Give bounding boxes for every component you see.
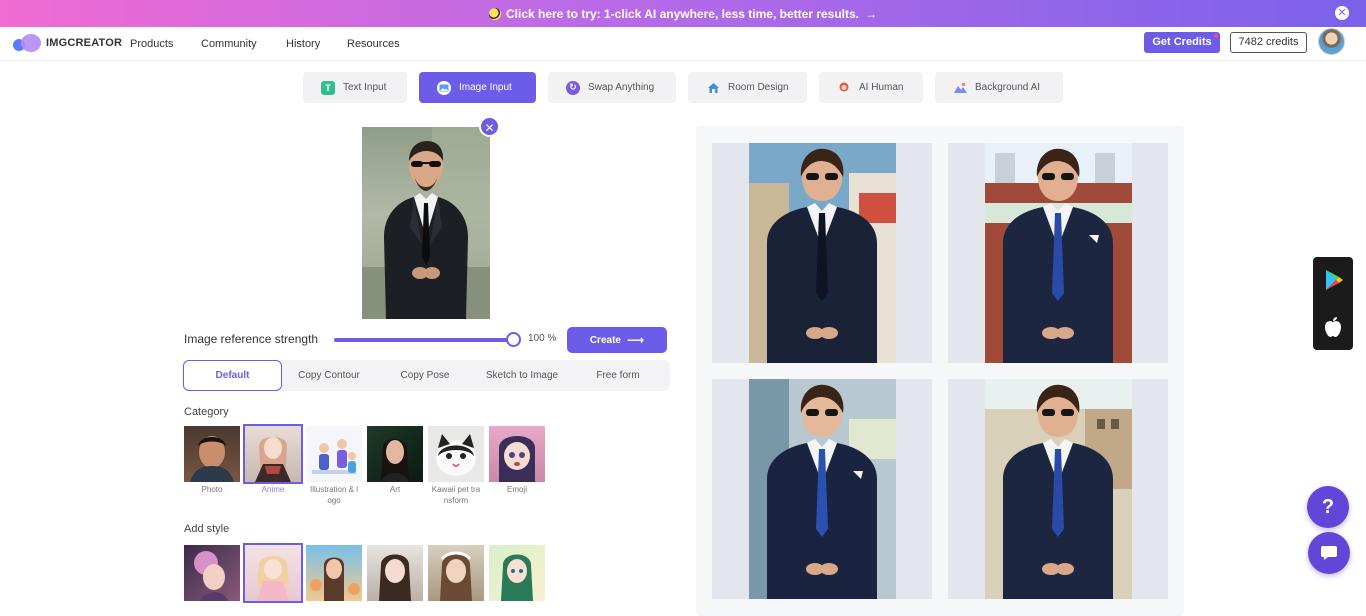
mode-free-form[interactable]: Free form <box>572 360 664 391</box>
category-anime[interactable] <box>243 424 303 484</box>
result-image[interactable] <box>712 379 932 599</box>
nav-products[interactable]: Products <box>130 38 173 50</box>
app-download-box <box>1313 257 1353 350</box>
category-label: Photo <box>201 485 223 494</box>
mode-sketch-to-image[interactable]: Sketch to Image <box>474 360 570 391</box>
result-scene <box>749 143 896 363</box>
tab-label: Image Input <box>459 82 512 93</box>
tab-text-input[interactable]: T Text Input <box>303 72 407 103</box>
top-nav: IMGCREATOR Products Community History Re… <box>0 27 1366 61</box>
reference-image <box>362 127 490 319</box>
question-icon: ? <box>1321 495 1335 518</box>
tab-ai-human[interactable]: AI Human <box>819 72 923 103</box>
mode-selector: Default Copy Contour Copy Pose Sketch to… <box>182 360 670 391</box>
nav-community[interactable]: Community <box>201 38 257 50</box>
arrow-right-icon: → <box>865 6 878 21</box>
category-label: Emoji <box>506 485 527 494</box>
remove-image-button[interactable]: ✕ <box>479 116 500 137</box>
avatar[interactable] <box>1318 28 1345 55</box>
tab-label: Background AI <box>975 82 1041 93</box>
result-scene <box>985 143 1132 363</box>
arrow-right-icon: ⟶ <box>626 333 645 347</box>
notification-dot <box>1214 34 1218 38</box>
category-illustration-logo[interactable] <box>306 426 362 482</box>
promo-banner[interactable]: Click here to try: 1-click AI anywhere, … <box>0 0 1366 27</box>
category-kawaii-pet[interactable] <box>428 426 484 482</box>
chat-button[interactable] <box>1308 532 1350 574</box>
category-label: Art <box>389 485 401 494</box>
results-panel <box>696 126 1184 616</box>
result-image[interactable] <box>948 143 1168 363</box>
credits-balance: 7482 credits <box>1230 32 1307 53</box>
ai-human-icon <box>837 81 851 95</box>
get-credits-label: Get Credits <box>1152 36 1212 48</box>
category-label: Illustration & l ogo <box>309 485 359 505</box>
tab-label: AI Human <box>859 82 904 93</box>
help-button[interactable]: ? <box>1307 486 1349 528</box>
result-scene <box>749 379 896 599</box>
text-input-icon: T <box>321 80 335 95</box>
apple-icon[interactable] <box>1324 316 1342 338</box>
nav-history[interactable]: History <box>286 38 320 50</box>
image-input-icon <box>437 80 451 95</box>
style-option[interactable] <box>428 545 484 601</box>
logo-text: IMGCREATOR <box>46 37 123 49</box>
strength-value: 100 % <box>528 333 557 344</box>
style-option[interactable] <box>489 545 545 601</box>
tab-image-input[interactable]: Image Input <box>419 72 536 103</box>
chat-icon <box>1321 546 1337 560</box>
close-icon[interactable]: ✕ <box>1335 6 1349 20</box>
strength-slider[interactable] <box>334 338 514 342</box>
get-credits-button[interactable]: Get Credits <box>1144 32 1220 53</box>
result-image[interactable] <box>712 143 932 363</box>
tab-label: Room Design <box>728 82 789 93</box>
logo[interactable]: IMGCREATOR <box>13 33 122 53</box>
tab-swap-anything[interactable]: ↻ Swap Anything <box>548 72 676 103</box>
category-photo[interactable] <box>184 426 240 482</box>
category-title: Category <box>184 406 229 418</box>
style-option[interactable] <box>184 545 240 601</box>
strength-slider-handle[interactable] <box>506 332 521 347</box>
strength-label: Image reference strength <box>184 332 319 346</box>
create-button[interactable]: Create ⟶ <box>567 327 667 353</box>
create-button-label: Create <box>589 334 621 346</box>
result-scene <box>985 379 1132 599</box>
tab-room-design[interactable]: Room Design <box>688 72 807 103</box>
mode-default[interactable]: Default <box>183 360 282 391</box>
result-image[interactable] <box>948 379 1168 599</box>
tab-label: Swap Anything <box>588 82 655 93</box>
category-label: Anime <box>261 485 285 494</box>
category-art[interactable] <box>367 426 423 482</box>
bee-icon <box>488 7 501 20</box>
mode-copy-contour[interactable]: Copy Contour <box>282 360 376 391</box>
strength-slider-fill <box>334 338 514 342</box>
promo-banner-text[interactable]: Click here to try: 1-click AI anywhere, … <box>506 7 859 21</box>
style-option[interactable] <box>306 545 362 601</box>
google-play-icon[interactable] <box>1324 269 1344 291</box>
category-label: Kawaii pet tra nsform <box>431 485 481 505</box>
tab-label: Text Input <box>343 82 387 93</box>
logo-mark-icon <box>13 33 43 53</box>
swap-icon: ↻ <box>566 80 580 95</box>
add-style-title: Add style <box>184 523 230 535</box>
style-option[interactable] <box>367 545 423 601</box>
style-option[interactable] <box>243 543 303 603</box>
mode-copy-pose[interactable]: Copy Pose <box>378 360 472 391</box>
nav-resources[interactable]: Resources <box>347 38 400 50</box>
background-icon <box>953 81 967 95</box>
house-icon <box>706 81 720 95</box>
category-emoji[interactable] <box>489 426 545 482</box>
tab-background-ai[interactable]: Background AI <box>935 72 1063 103</box>
